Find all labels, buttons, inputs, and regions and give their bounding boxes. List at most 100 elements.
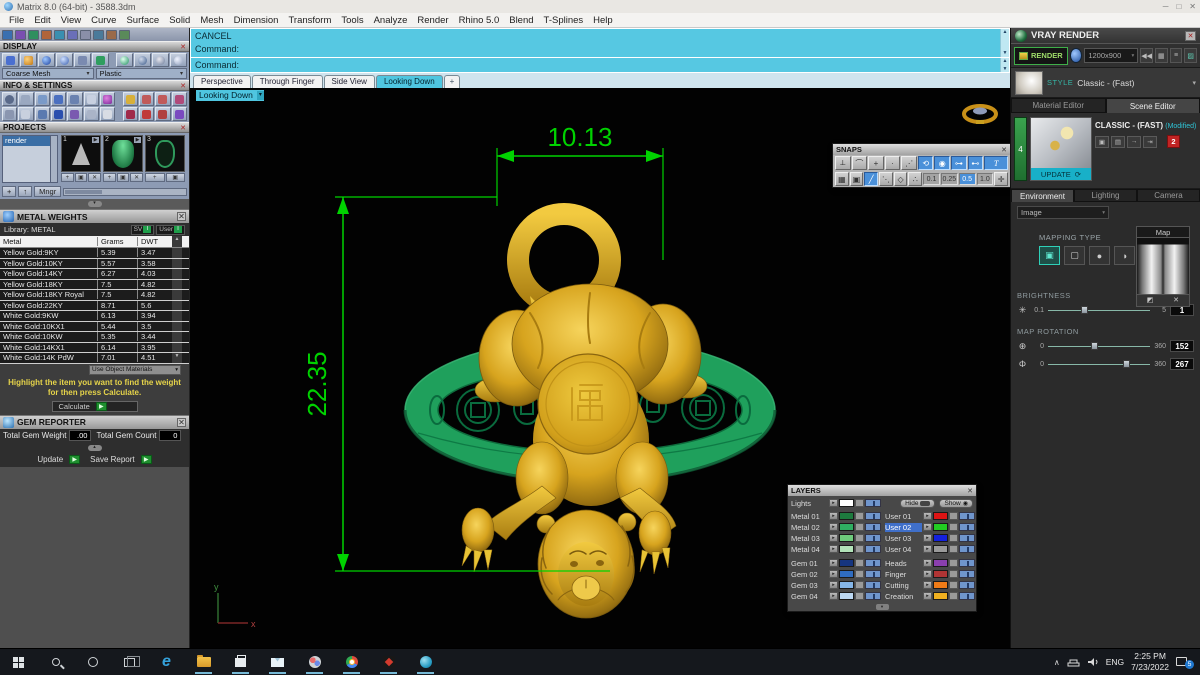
tab-environment[interactable]: Environment <box>1011 189 1074 202</box>
table-scroll-up-icon[interactable]: ▲ <box>172 236 182 247</box>
surface-tool-icon[interactable] <box>34 92 50 106</box>
filter-icon[interactable] <box>67 107 83 121</box>
layer-row[interactable]: Metal 03 ▸ <box>791 533 881 543</box>
layer-expand-icon[interactable]: ▸ <box>829 499 838 507</box>
close-icon[interactable]: ✕ <box>180 124 186 132</box>
menu-tools[interactable]: Tools <box>336 15 368 26</box>
snaps-title-bar[interactable]: SNAPS ✕ <box>833 144 1010 155</box>
thumb-save-icon[interactable]: ▣ <box>165 173 185 182</box>
show-button[interactable]: Show ◉ <box>939 499 973 508</box>
thumb-add-button[interactable]: + <box>145 173 165 182</box>
viewport-label[interactable]: Looking Down ▾ <box>196 90 264 101</box>
display-ghosted-button[interactable] <box>56 53 73 67</box>
menu-render[interactable]: Render <box>412 15 453 26</box>
layer-row[interactable]: User 04 ▸ <box>885 544 975 554</box>
layers-collapse-handle[interactable]: ▾ <box>875 603 889 610</box>
toolbar-icon[interactable] <box>2 29 13 40</box>
snap-value-01[interactable]: 0.1 <box>923 173 940 185</box>
projects-list-scrollbar[interactable] <box>50 136 57 182</box>
col-dwt[interactable]: DWT <box>138 237 172 246</box>
mapping-sphere-icon[interactable]: ● <box>1089 246 1110 265</box>
material-mode-dropdown[interactable]: Plastic ▾ <box>95 68 187 79</box>
notes-icon[interactable] <box>99 107 116 121</box>
projects-h-scrollbar[interactable] <box>63 187 187 196</box>
snap-line-icon[interactable]: ╱ <box>864 172 879 186</box>
error-count-badge[interactable]: 2 <box>1167 135 1180 148</box>
layer-row[interactable]: Gem 01 ▸ <box>791 558 881 568</box>
tab-lighting[interactable]: Lighting <box>1074 189 1137 202</box>
vray-header[interactable]: VRAY RENDER ✕ <box>1011 28 1200 44</box>
rotation1-value[interactable]: 152 <box>1170 340 1194 352</box>
tab-camera[interactable]: Camera <box>1137 189 1200 202</box>
material-sphere-3-icon[interactable] <box>152 53 169 67</box>
menu-curve[interactable]: Curve <box>86 15 121 26</box>
close-icon[interactable]: ✕ <box>1185 30 1196 41</box>
metal-weights-header[interactable]: METAL WEIGHTS ✕ <box>0 209 189 223</box>
mapping-hemisphere-icon[interactable]: ◑ <box>1114 246 1135 265</box>
update-button[interactable]: UPDATE ⟳ <box>1031 168 1091 180</box>
command-input[interactable]: Command: ▲ ▼ <box>190 58 1010 73</box>
minimize-button[interactable]: ─ <box>1163 2 1169 11</box>
settings-gear-icon[interactable] <box>2 92 18 106</box>
render-button[interactable]: RENDER <box>1014 46 1068 65</box>
command-input-spinner[interactable]: ▲ ▼ <box>1000 58 1009 72</box>
close-button[interactable]: ✕ <box>1189 2 1196 11</box>
menu-surface[interactable]: Surface <box>121 15 164 26</box>
map-clear-button[interactable]: ✕ <box>1163 295 1189 306</box>
export-1-icon[interactable] <box>138 92 155 106</box>
save-all-icon[interactable]: ▤ <box>1111 135 1125 148</box>
table-row[interactable]: White Gold:10KW 5.35 3.44 <box>0 332 189 343</box>
table-row[interactable]: White Gold:14K PdW 7.01 4.51 ▼ <box>0 353 189 364</box>
thumb-add-button[interactable]: + <box>61 173 74 182</box>
tab-through-finger[interactable]: Through Finger <box>251 75 323 88</box>
rotation2-slider[interactable] <box>1048 360 1150 368</box>
blue-cube-icon[interactable] <box>50 107 67 121</box>
toolbar-icon[interactable] <box>80 29 91 40</box>
snap-dots-icon[interactable]: ∴ <box>908 172 923 186</box>
clock[interactable]: 2:25 PM 7/23/2022 <box>1131 651 1169 672</box>
layer-color-swatch[interactable] <box>839 499 854 507</box>
small-ring-preview[interactable] <box>962 104 998 124</box>
command-history-scrollbar[interactable]: ▲ ▼ <box>1000 29 1009 57</box>
snap-intersection-icon[interactable]: + <box>868 156 884 170</box>
snap-cube-icon[interactable]: ▣ <box>849 172 864 186</box>
table-row[interactable]: Yellow Gold:14KY 6.27 4.03 <box>0 269 189 280</box>
menu-file[interactable]: File <box>4 15 29 26</box>
table-row[interactable]: Yellow Gold:18KY 7.5 4.82 <box>0 279 189 290</box>
table-row[interactable]: Yellow Gold:18KY Royal 7.5 4.82 <box>0 290 189 301</box>
thumb-menu-icon[interactable]: ▶ <box>134 137 141 143</box>
gem-collapse-handle[interactable]: ▴ <box>0 442 189 453</box>
layer-row[interactable]: User 03 ▸ <box>885 533 975 543</box>
search-icon[interactable] <box>37 649 74 675</box>
thumb-save-icon[interactable]: ▣ <box>74 173 88 182</box>
save-icon[interactable]: ▣ <box>1095 135 1109 148</box>
toolbar-icon[interactable] <box>28 29 39 40</box>
environment-source-dropdown[interactable]: Image ▾ <box>1017 206 1109 219</box>
export-icon[interactable]: ⇥ <box>1143 135 1157 148</box>
project-thumb-2[interactable]: 2 ▶ + ▣ ✕ <box>103 135 144 183</box>
thumb-add-button[interactable]: + <box>103 173 116 182</box>
layer-row[interactable]: Metal 04 ▸ <box>791 544 881 554</box>
brightness-slider[interactable] <box>1048 306 1150 314</box>
snap-value-05[interactable]: 0.5 <box>958 173 976 185</box>
mapping-plane-icon[interactable]: ▣ <box>1039 246 1060 265</box>
update-button[interactable]: Update ▶ <box>37 455 81 464</box>
command-history[interactable]: CANCEL Command: ▲ ▼ <box>190 28 1010 58</box>
material-sphere-4-icon[interactable] <box>170 53 187 67</box>
snap-end-icon[interactable]: ⊶ <box>951 156 967 170</box>
display-render-button[interactable] <box>38 53 55 67</box>
toolbar-icon[interactable] <box>67 29 78 40</box>
language-indicator[interactable]: ENG <box>1106 657 1124 667</box>
pencil-tool-icon[interactable] <box>83 92 99 106</box>
project-thumb-1[interactable]: 1 ▶ + ▣ ✕ <box>61 135 102 183</box>
chevron-down-icon[interactable]: ▾ <box>1192 79 1196 87</box>
export-3-icon[interactable] <box>171 92 187 106</box>
red-app-icon[interactable] <box>370 649 407 675</box>
snap-point-icon[interactable]: · <box>884 156 901 170</box>
ruby-2-icon[interactable] <box>138 107 155 121</box>
file-explorer-icon[interactable] <box>185 649 222 675</box>
snap-value-10[interactable]: 1.0 <box>976 173 994 185</box>
menu-analyze[interactable]: Analyze <box>369 15 413 26</box>
mail-icon[interactable] <box>259 649 296 675</box>
display-shaded-button[interactable] <box>20 53 37 67</box>
